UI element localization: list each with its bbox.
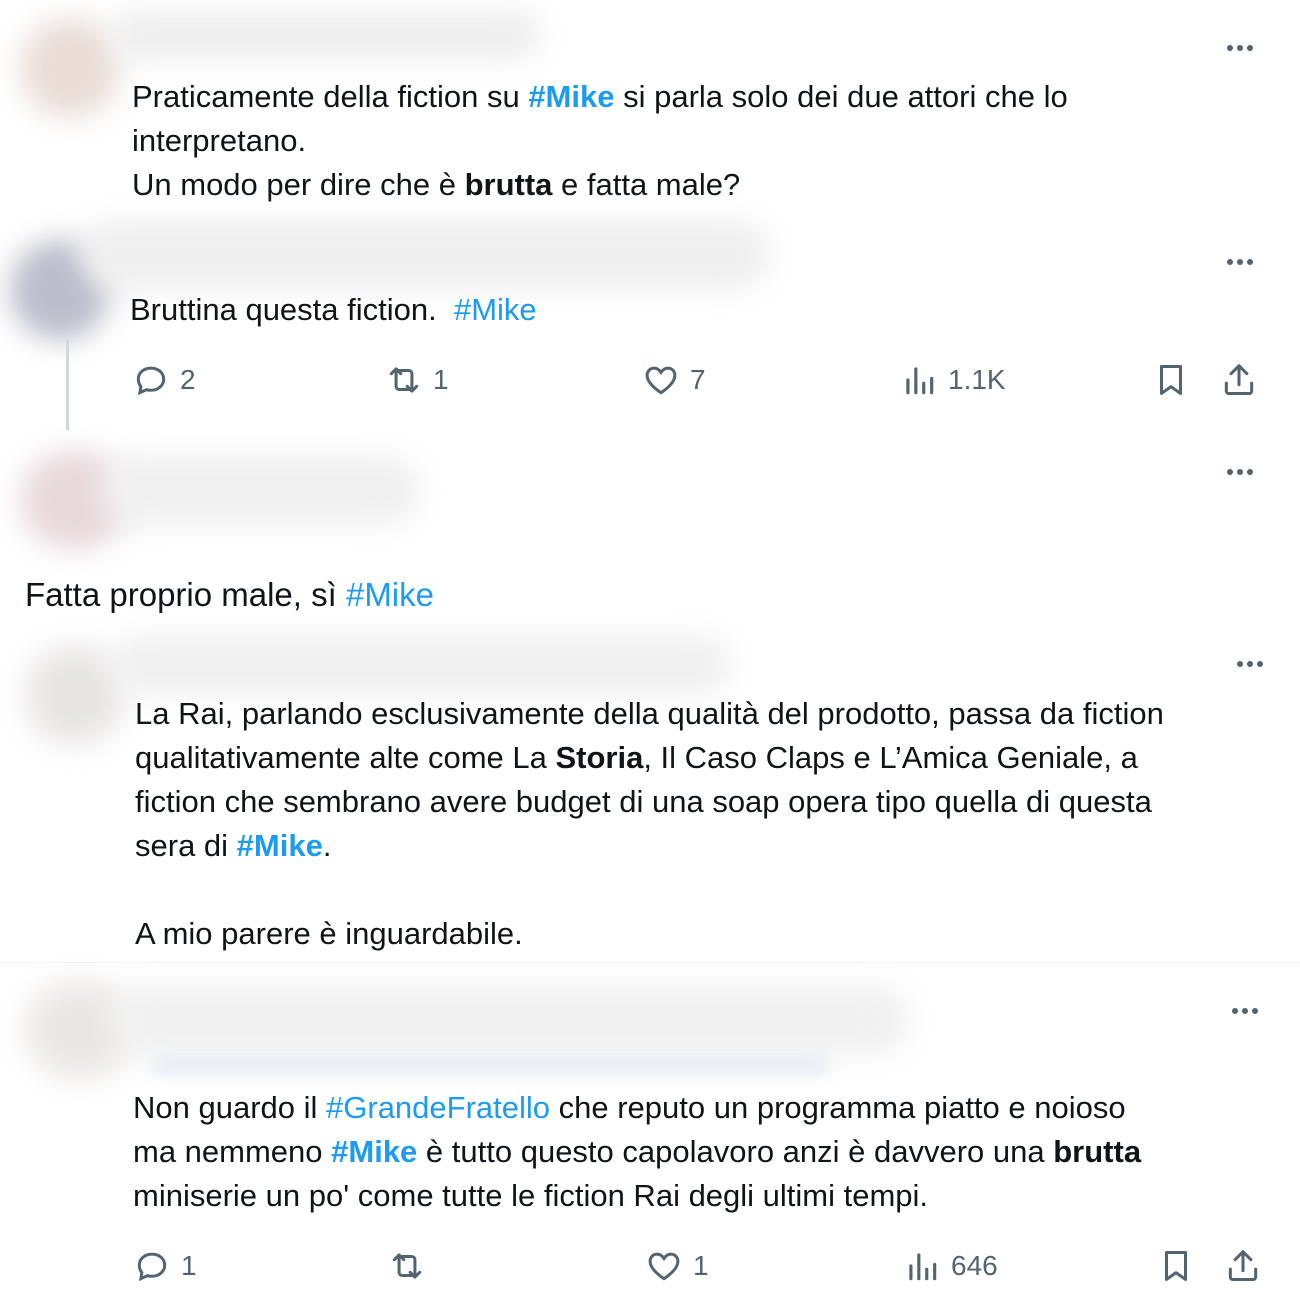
- repost-button[interactable]: [388, 1241, 436, 1291]
- more-icon[interactable]: [1230, 654, 1270, 674]
- share-icon: [1224, 364, 1254, 395]
- bookmark-icon: [1159, 365, 1183, 395]
- more-icon[interactable]: [1220, 252, 1260, 272]
- avatar[interactable]: [20, 18, 120, 118]
- views-button[interactable]: 646: [903, 1241, 998, 1291]
- tweet-text: Fatta proprio male, sì #Mike: [25, 576, 434, 613]
- tweet-text: Bruttina questa fiction. #Mike: [130, 292, 537, 327]
- repost-button[interactable]: 1: [385, 355, 449, 405]
- more-icon[interactable]: [1220, 462, 1260, 482]
- hashtag-link[interactable]: #Mike: [528, 79, 614, 114]
- share-button[interactable]: [1220, 355, 1258, 405]
- tweet-3[interactable]: Fatta proprio male, sì #Mike: [0, 440, 1300, 630]
- reply-icon: [137, 1252, 167, 1282]
- author-handle[interactable]: [150, 1055, 830, 1075]
- tweet-text: La Rai, parlando esclusivamente della qu…: [135, 696, 1164, 951]
- like-button[interactable]: 1: [645, 1241, 709, 1291]
- like-button[interactable]: 7: [642, 355, 706, 405]
- like-icon: [648, 1252, 680, 1281]
- share-icon: [1228, 1250, 1258, 1281]
- divider: [0, 962, 1300, 963]
- hashtag-link[interactable]: #Mike: [237, 828, 323, 863]
- hashtag-link[interactable]: #Mike: [346, 576, 434, 613]
- reply-button[interactable]: 1: [133, 1241, 197, 1291]
- hashtag-link[interactable]: #GrandeFratello: [326, 1090, 550, 1125]
- tweet-text: Non guardo il #GrandeFratello che reputo…: [133, 1090, 1142, 1213]
- like-icon: [645, 366, 677, 395]
- views-icon: [909, 1253, 937, 1281]
- tweet-1[interactable]: Praticamente della fiction su #Mike si p…: [0, 0, 1300, 210]
- author-name[interactable]: [110, 10, 540, 60]
- tweet-5[interactable]: Non guardo il #GrandeFratello che reputo…: [0, 965, 1300, 1300]
- tweet-actions: 2 1 7 1.1K: [0, 355, 1300, 405]
- views-icon: [906, 367, 934, 395]
- reply-icon: [136, 366, 166, 396]
- bookmark-button[interactable]: [1157, 1241, 1195, 1291]
- tweet-text: Praticamente della fiction su #Mike si p…: [132, 79, 1068, 202]
- share-button[interactable]: [1224, 1241, 1262, 1291]
- more-icon[interactable]: [1225, 1001, 1265, 1021]
- author-name[interactable]: [110, 635, 730, 695]
- tweet-actions: 1 1 646: [0, 1241, 1300, 1291]
- views-button[interactable]: 1.1K: [900, 355, 1006, 405]
- tweet-2[interactable]: Bruttina questa fiction. #Mike 2 1 7 1.1…: [0, 210, 1300, 440]
- reply-button[interactable]: 2: [132, 355, 196, 405]
- more-icon[interactable]: [1220, 38, 1260, 58]
- hashtag-link[interactable]: #Mike: [454, 292, 537, 327]
- hashtag-link[interactable]: #Mike: [331, 1134, 417, 1169]
- bookmark-button[interactable]: [1152, 355, 1190, 405]
- author-name[interactable]: [80, 220, 770, 290]
- repost-icon: [392, 1253, 422, 1279]
- author-name[interactable]: [110, 985, 910, 1055]
- bookmark-icon: [1164, 1251, 1188, 1281]
- tweet-4[interactable]: La Rai, parlando esclusivamente della qu…: [0, 630, 1300, 960]
- author-name[interactable]: [100, 455, 420, 525]
- repost-icon: [389, 367, 419, 393]
